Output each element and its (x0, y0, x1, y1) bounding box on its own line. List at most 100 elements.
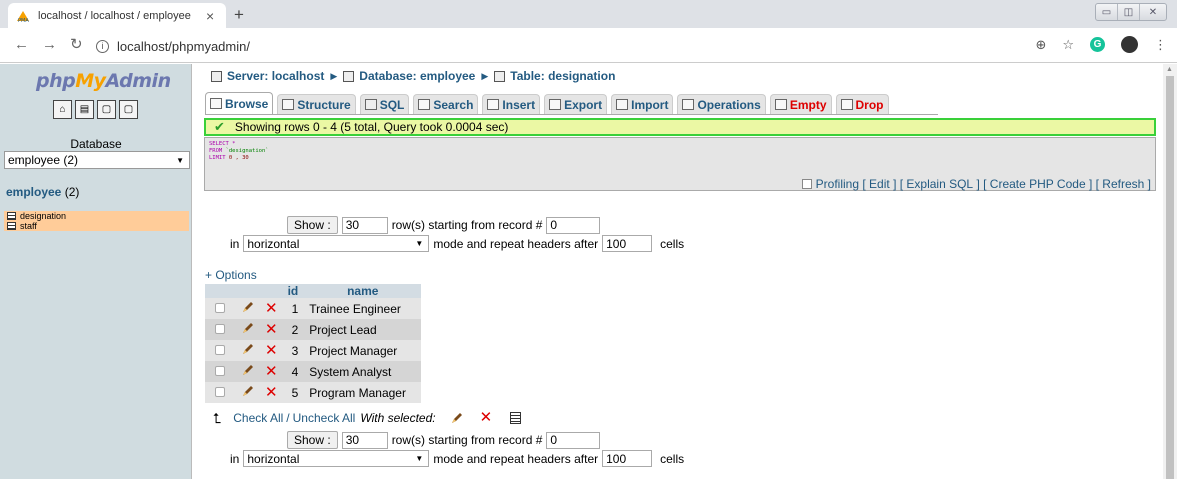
start-record-input[interactable]: 0 (546, 216, 601, 234)
url-field[interactable]: i localhost/phpmyadmin/ (96, 34, 1146, 58)
rows-input[interactable]: 30 (341, 216, 388, 234)
navigation-panel: phpMyAdmin ⌂ ▤ ▢ ▢ Database employee (2)… (0, 64, 192, 479)
svg-text:PMA: PMA (18, 18, 29, 23)
database-label: Database (70, 137, 122, 151)
bookmark-star-icon[interactable]: ☆ (1062, 38, 1074, 51)
tab-operations[interactable]: Operations (677, 94, 766, 114)
grammarly-icon[interactable]: G (1090, 37, 1105, 52)
main-content: Server: localhost ▶ Database: employee ▶… (193, 64, 1163, 479)
tab-sql[interactable]: SQL (359, 94, 410, 114)
database-select[interactable]: employee (2) ▼ (4, 151, 190, 169)
tab-search[interactable]: Search (413, 94, 479, 114)
explain-sql-link[interactable]: Explain SQL (906, 177, 973, 191)
check-all-link[interactable]: Check All (233, 411, 283, 425)
edit-pencil-icon[interactable] (241, 342, 255, 356)
delete-icon[interactable]: ✕ (265, 300, 278, 317)
row-checkbox[interactable] (215, 323, 225, 334)
scrollbar-thumb[interactable] (1166, 76, 1174, 479)
structure-icon (282, 99, 295, 110)
delete-icon[interactable]: ✕ (265, 321, 278, 338)
home-icon[interactable]: ⌂ (53, 100, 72, 119)
rows-input[interactable]: 30 (341, 431, 388, 449)
minimize-icon[interactable]: ▭ (1096, 4, 1118, 20)
repeat-headers-input[interactable]: 100 (602, 235, 653, 252)
sql-links: Profiling [ Edit ] [ Explain SQL ] [ Cre… (801, 177, 1151, 191)
sql-query-window-icon[interactable]: ▤ (75, 100, 94, 119)
help-icon[interactable]: ▢ (119, 100, 138, 119)
tab-insert[interactable]: Insert (482, 94, 541, 114)
bulk-actions: ⮤ Check All / Uncheck All With selected:… (213, 410, 522, 425)
vertical-scrollbar[interactable]: ▲ (1163, 64, 1177, 479)
close-window-icon[interactable]: ✕ (1140, 4, 1166, 20)
reload-icon[interactable]: ↻ (70, 37, 83, 52)
zoom-icon[interactable]: ⊕ (1035, 38, 1046, 51)
maximize-icon[interactable]: ◫ (1118, 4, 1140, 20)
tab-drop[interactable]: Drop (835, 94, 889, 114)
main-tabs: Browse Structure SQL Search Insert Expor… (205, 92, 938, 115)
cell-id: 4 (281, 361, 305, 382)
scroll-up-icon[interactable]: ▲ (1166, 66, 1173, 73)
options-link[interactable]: + Options (205, 268, 257, 282)
cell-id: 2 (281, 319, 305, 340)
row-checkbox[interactable] (215, 365, 225, 376)
uncheck-all-link[interactable]: Uncheck All (293, 411, 356, 425)
breadcrumb-server[interactable]: Server: localhost (227, 69, 324, 83)
row-checkbox[interactable] (215, 386, 225, 397)
tab-structure[interactable]: Structure (277, 94, 356, 114)
delete-icon[interactable]: ✕ (265, 363, 278, 380)
create-php-code-link[interactable]: Create PHP Code (990, 177, 1086, 191)
back-icon[interactable]: ← (14, 37, 29, 52)
tab-close-icon[interactable]: × (206, 9, 214, 23)
edit-pencil-icon[interactable] (450, 411, 464, 425)
tab-import[interactable]: Import (611, 94, 674, 114)
edit-link[interactable]: Edit (869, 177, 890, 191)
export-icon[interactable] (510, 411, 522, 424)
show-button[interactable]: Show : (287, 431, 338, 449)
refresh-link[interactable]: Refresh (1102, 177, 1144, 191)
edit-pencil-icon[interactable] (241, 384, 255, 398)
table-link-designation[interactable]: designation (4, 211, 189, 221)
browser-tab[interactable]: PMA localhost / localhost / employee × (8, 3, 226, 28)
edit-pencil-icon[interactable] (241, 300, 255, 314)
phpmyadmin-logo[interactable]: phpMyAdmin (36, 70, 171, 92)
database-heading[interactable]: employee (2) (6, 185, 79, 199)
table-list: designation staff (4, 211, 189, 231)
browse-icon (210, 98, 222, 109)
table-link-staff[interactable]: staff (4, 221, 189, 231)
tab-browse[interactable]: Browse (205, 92, 274, 114)
menu-dots-icon[interactable]: ⋮ (1154, 38, 1167, 51)
tab-export[interactable]: Export (544, 94, 608, 114)
cell-name: Project Lead (304, 319, 422, 340)
row-checkbox[interactable] (215, 302, 225, 313)
breadcrumb-table[interactable]: Table: designation (510, 69, 615, 83)
edit-pencil-icon[interactable] (241, 363, 255, 377)
forward-icon[interactable]: → (42, 37, 57, 52)
delete-icon[interactable]: ✕ (480, 410, 493, 425)
table-icon (7, 222, 16, 230)
info-icon[interactable]: i (96, 39, 109, 53)
breadcrumb-database[interactable]: Database: employee (359, 69, 475, 83)
column-header-name[interactable]: name (304, 284, 422, 298)
repeat-headers-input[interactable]: 100 (602, 450, 653, 467)
delete-icon[interactable]: ✕ (265, 342, 278, 359)
profiling-checkbox[interactable] (801, 179, 812, 189)
edit-pencil-icon[interactable] (241, 321, 255, 335)
docs-icon[interactable]: ▢ (97, 100, 116, 119)
start-record-input[interactable]: 0 (546, 431, 601, 449)
new-tab-icon[interactable]: + (234, 6, 244, 23)
breadcrumb-arrow-icon: ▶ (330, 70, 338, 81)
show-button[interactable]: Show : (287, 216, 338, 234)
drop-icon (840, 99, 853, 110)
mode-select[interactable]: horizontal ▼ (243, 450, 430, 467)
window-controls: ▭ ◫ ✕ (1095, 3, 1167, 21)
profile-avatar-icon[interactable] (1121, 36, 1138, 53)
column-header-id[interactable]: id (281, 284, 305, 298)
row-checkbox[interactable] (215, 344, 225, 355)
cell-name: Program Manager (304, 382, 422, 403)
delete-icon[interactable]: ✕ (265, 384, 278, 401)
import-icon (616, 99, 629, 110)
mode-select[interactable]: horizontal ▼ (243, 235, 430, 252)
cells-label: cells (660, 451, 685, 466)
tab-empty[interactable]: Empty (769, 94, 832, 114)
cell-name: System Analyst (304, 361, 422, 382)
